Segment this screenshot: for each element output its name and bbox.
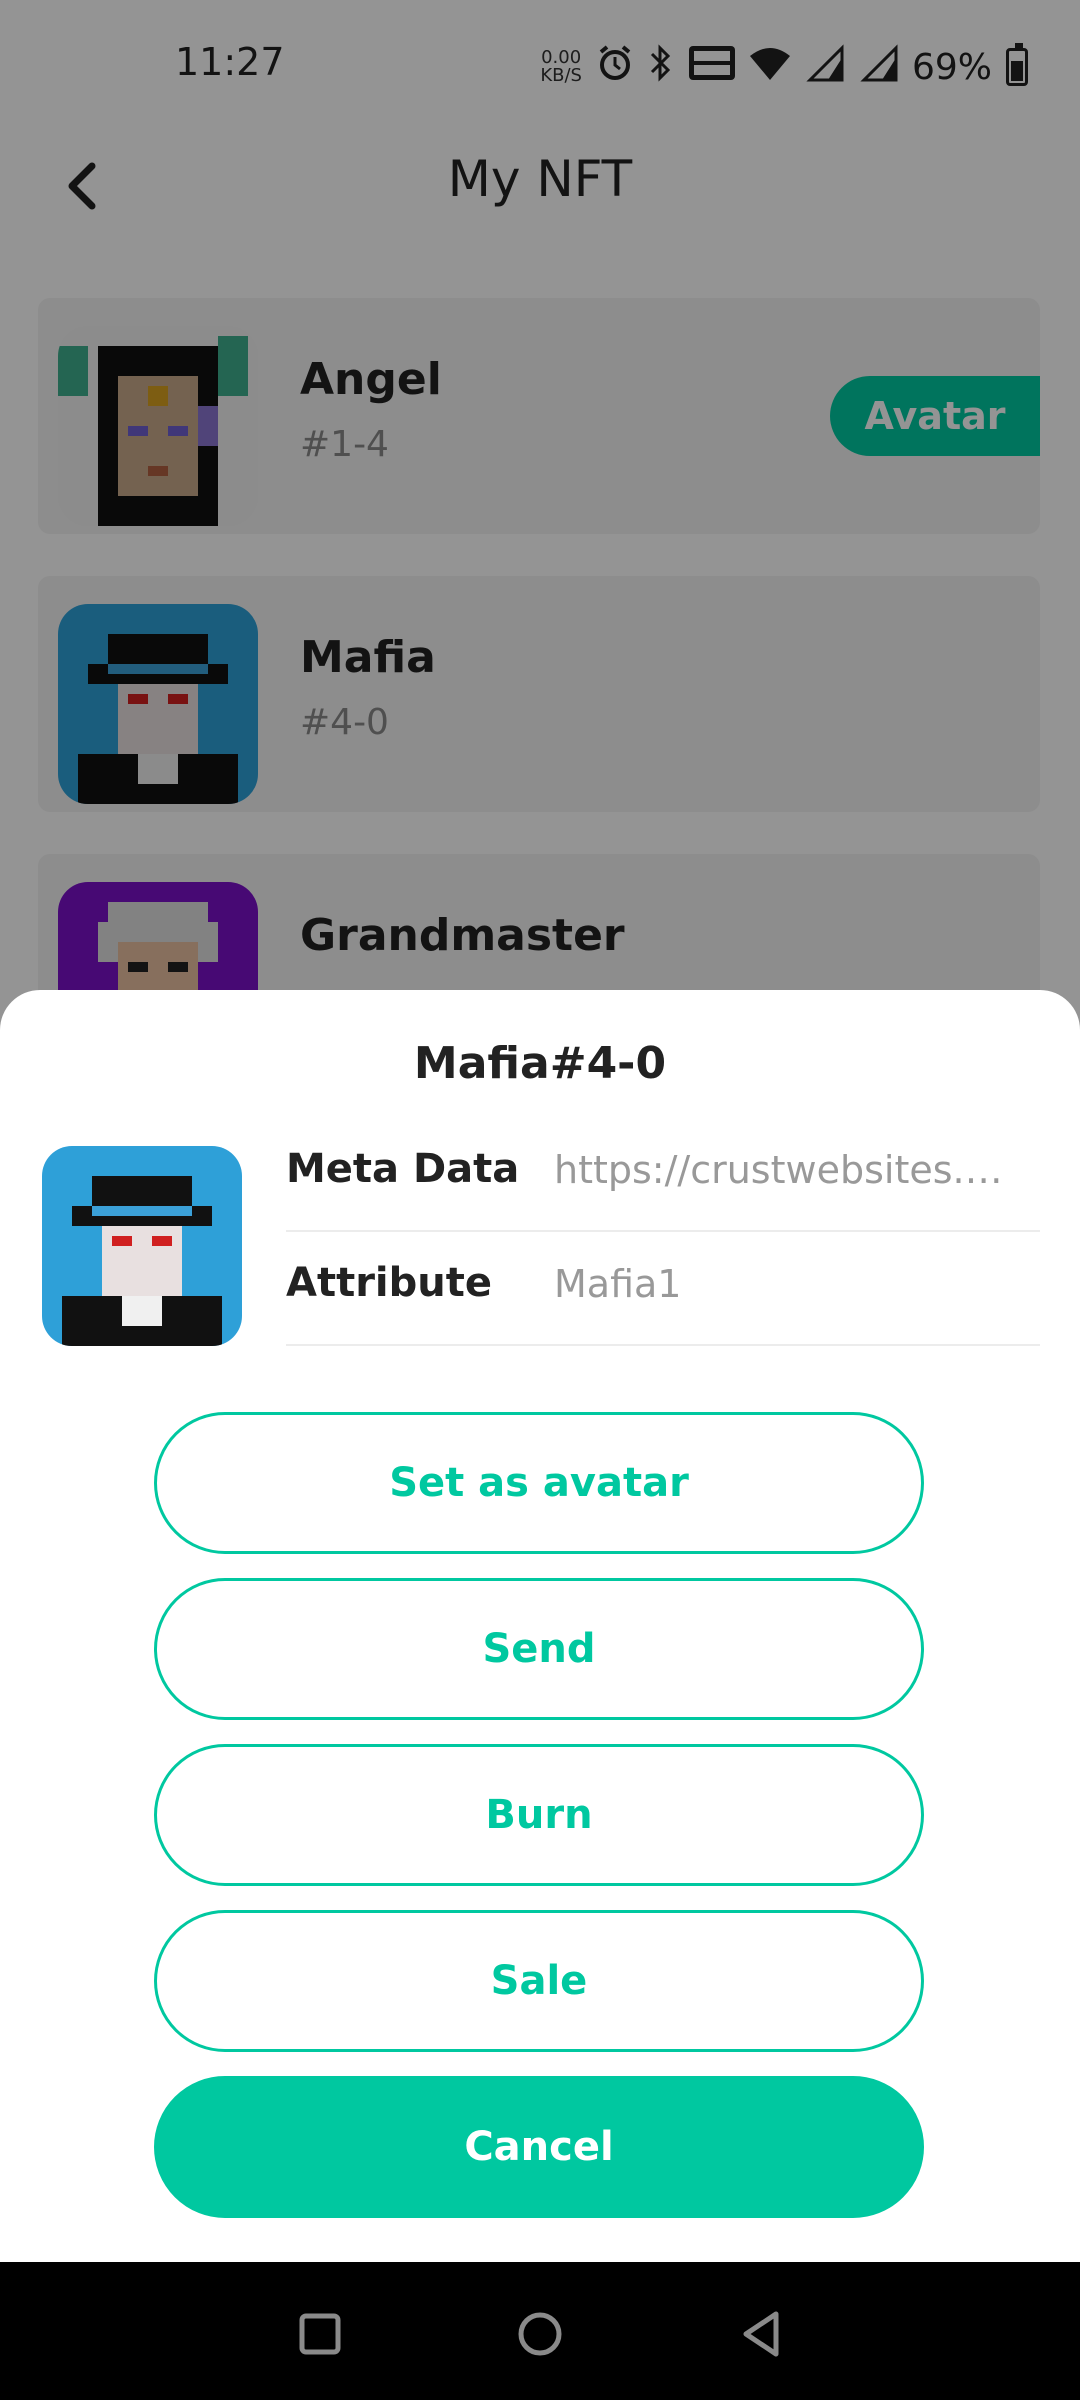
back-triangle-icon (743, 2311, 779, 2357)
attribute-value: Mafia1 (554, 1262, 682, 1306)
recent-apps-icon (299, 2313, 341, 2355)
recent-apps-button[interactable] (290, 2304, 350, 2364)
burn-button[interactable]: Burn (154, 1744, 924, 1886)
set-as-avatar-button[interactable]: Set as avatar (154, 1412, 924, 1554)
meta-data-value[interactable]: https://crustwebsites.n… (554, 1148, 1024, 1192)
attribute-label: Attribute (286, 1260, 492, 1306)
system-back-button[interactable] (732, 2304, 792, 2364)
home-button[interactable] (510, 2304, 570, 2364)
sheet-title: Mafia#4-0 (413, 1038, 667, 1089)
system-nav-bar (0, 2262, 1080, 2400)
home-icon (518, 2312, 562, 2356)
attribute-row: Attribute Mafia1 (286, 1230, 1040, 1346)
send-button[interactable]: Send (154, 1578, 924, 1720)
nft-action-sheet: Mafia#4-0 Meta Data https://crustwebsite… (0, 990, 1080, 2262)
cancel-button[interactable]: Cancel (154, 2076, 924, 2218)
meta-data-row: Meta Data https://crustwebsites.n… (286, 1116, 1040, 1232)
meta-data-label: Meta Data (286, 1146, 520, 1192)
sale-button[interactable]: Sale (154, 1910, 924, 2052)
nft-image-mafia (42, 1146, 242, 1346)
